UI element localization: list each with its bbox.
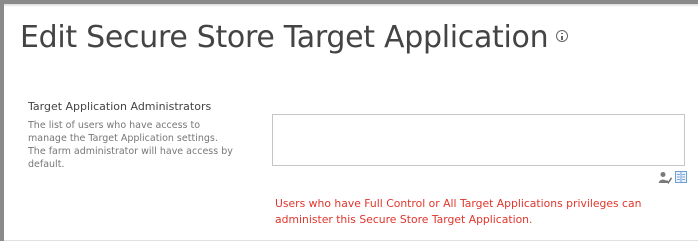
section-description: The list of users who have access to man… <box>28 120 233 170</box>
info-icon[interactable] <box>556 29 569 42</box>
section-heading: Target Application Administrators <box>28 100 212 113</box>
administrators-people-picker[interactable] <box>272 114 685 166</box>
page-frame: Edit Secure Store Target Application Tar… <box>0 0 698 241</box>
top-shadow <box>4 4 698 7</box>
page-title-text: Edit Secure Store Target Application <box>20 20 549 55</box>
check-names-icon[interactable] <box>658 171 672 185</box>
permission-warning: Users who have Full Control or All Targe… <box>275 197 642 226</box>
address-book-icon[interactable] <box>674 170 688 184</box>
page-title: Edit Secure Store Target Application <box>20 18 569 58</box>
